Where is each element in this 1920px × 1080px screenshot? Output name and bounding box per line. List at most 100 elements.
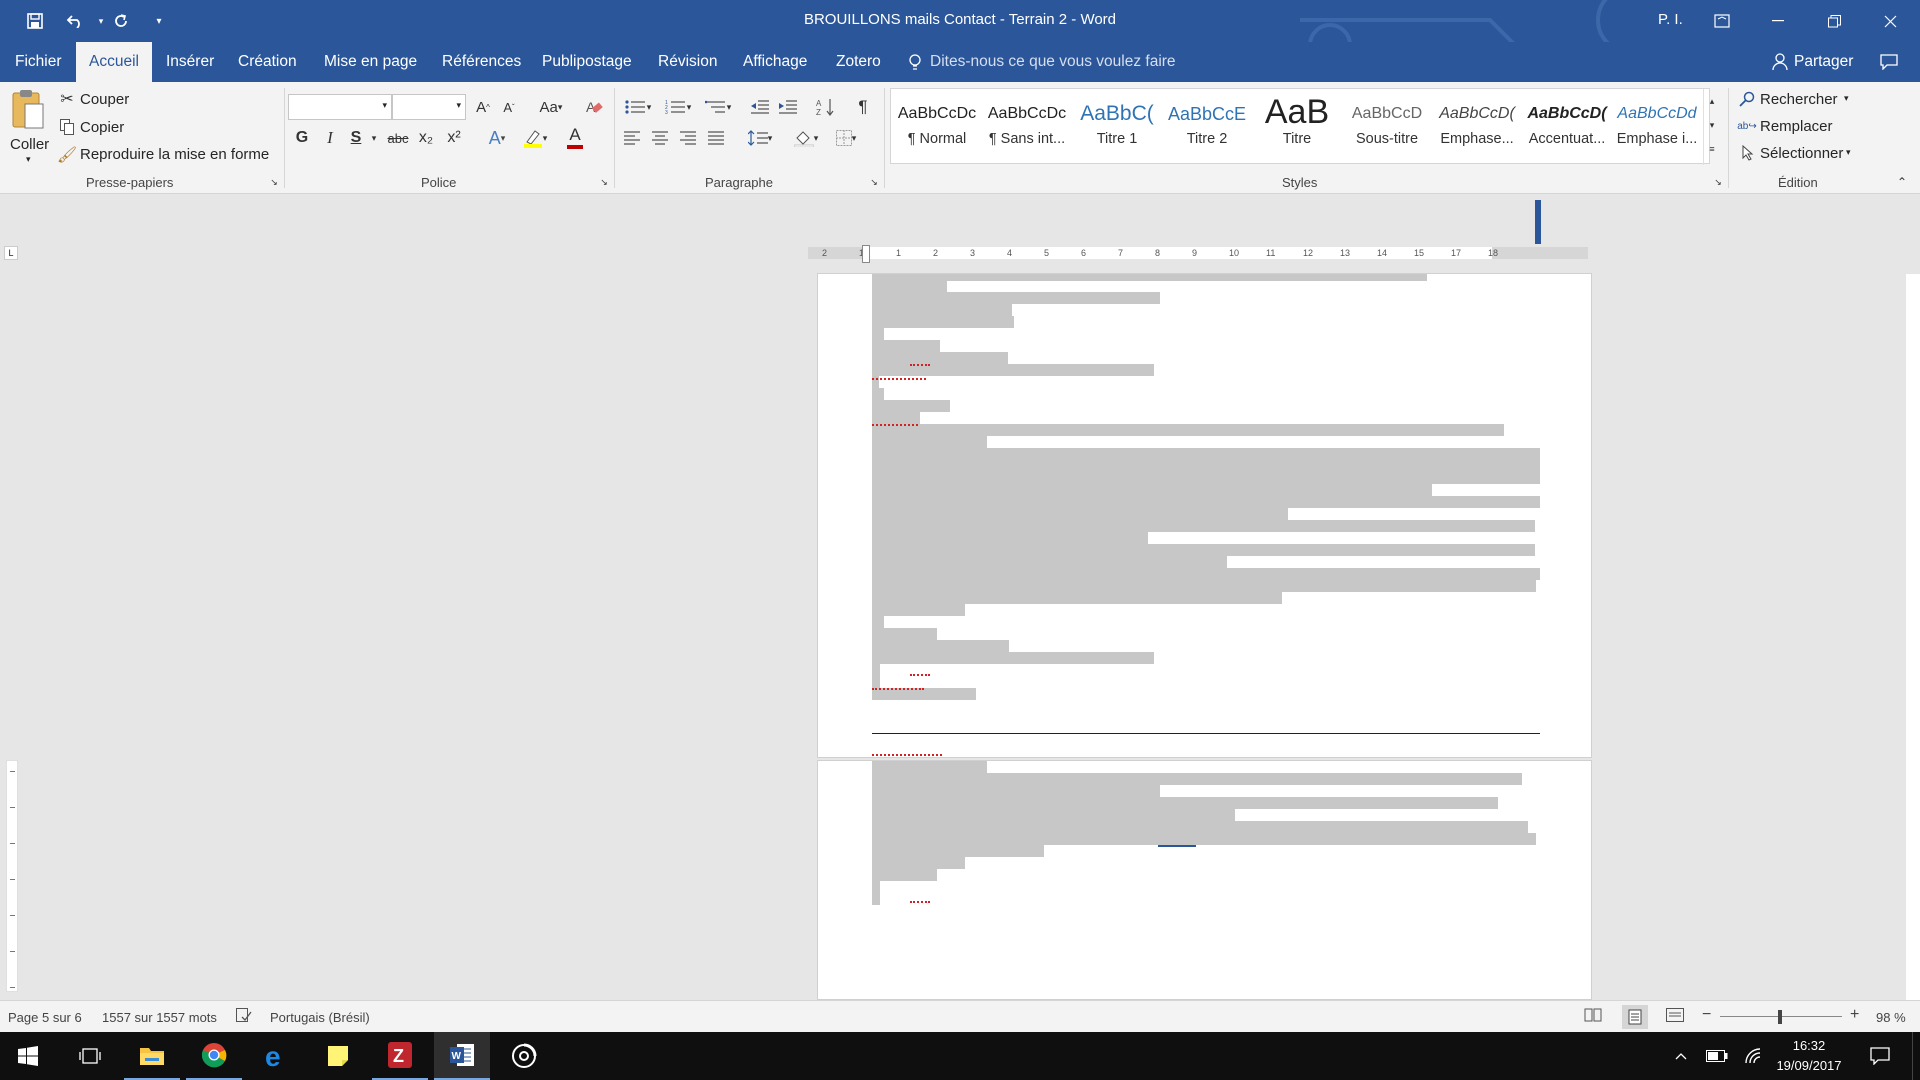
- increase-indent-icon[interactable]: [776, 96, 800, 118]
- zoom-level[interactable]: 98 %: [1876, 1010, 1906, 1025]
- style-accentuation[interactable]: AaBbCcD( Accentuat...: [1523, 97, 1611, 163]
- collapse-ribbon-icon[interactable]: ⌃: [1894, 174, 1910, 190]
- copy-button[interactable]: Copier: [80, 119, 124, 136]
- word-count[interactable]: 1557 sur 1557 mots: [102, 1010, 217, 1025]
- line-spacing-icon[interactable]: ▾: [742, 126, 778, 150]
- font-color-icon[interactable]: A: [558, 124, 592, 150]
- share-button[interactable]: Partager: [1794, 42, 1853, 82]
- bullets-icon[interactable]: ▾: [620, 96, 656, 118]
- style-sous-titre[interactable]: AaBbCcD Sous-titre: [1343, 97, 1431, 163]
- document-page[interactable]: [817, 760, 1592, 1000]
- align-center-icon[interactable]: [648, 126, 672, 150]
- bold-button[interactable]: G: [290, 126, 314, 150]
- tab-references[interactable]: Références: [438, 42, 525, 82]
- highlight-color-icon[interactable]: ▾: [518, 126, 552, 150]
- italic-button[interactable]: I: [318, 126, 342, 150]
- clipboard-launcher-icon[interactable]: ↘: [268, 176, 280, 188]
- styles-more-icon[interactable]: ≡: [1704, 138, 1720, 160]
- edge-icon[interactable]: e: [248, 1032, 304, 1080]
- ribbon-display-options-icon[interactable]: [1694, 0, 1750, 42]
- grow-font-icon[interactable]: A ^: [472, 96, 494, 118]
- align-right-icon[interactable]: [676, 126, 700, 150]
- align-left-icon[interactable]: [620, 126, 644, 150]
- zoom-slider-thumb[interactable]: [1777, 1010, 1782, 1024]
- paste-button[interactable]: Coller ▾: [10, 88, 50, 168]
- tab-creation[interactable]: Création: [234, 42, 301, 82]
- paragraph-launcher-icon[interactable]: ↘: [868, 176, 880, 188]
- clock-time[interactable]: 16:32: [1768, 1038, 1850, 1053]
- groove-icon[interactable]: [496, 1032, 552, 1080]
- select-button[interactable]: Sélectionner: [1760, 145, 1843, 162]
- show-formatting-icon[interactable]: ¶: [852, 96, 874, 118]
- strikethrough-button[interactable]: abc: [384, 126, 412, 150]
- zoom-in-button[interactable]: +: [1850, 1006, 1859, 1024]
- zoom-out-button[interactable]: −: [1702, 1006, 1711, 1024]
- word-icon[interactable]: W: [434, 1032, 490, 1080]
- tab-inserer[interactable]: Insérer: [162, 42, 218, 82]
- page-indicator[interactable]: Page 5 sur 6: [8, 1010, 82, 1025]
- file-explorer-icon[interactable]: [124, 1032, 180, 1080]
- font-name-combo[interactable]: ▾: [288, 94, 392, 120]
- numbering-icon[interactable]: 1 2 3 ▾: [660, 96, 696, 118]
- subscript-button[interactable]: x₂: [414, 126, 438, 150]
- sort-icon[interactable]: AZ: [814, 96, 838, 118]
- task-view-icon[interactable]: [62, 1032, 118, 1080]
- font-size-combo[interactable]: ▾: [392, 94, 466, 120]
- style-emphase-intense[interactable]: AaBbCcDd Emphase i...: [1613, 97, 1701, 163]
- show-desktop-button[interactable]: [1912, 1032, 1920, 1080]
- proofing-icon[interactable]: [236, 1008, 252, 1025]
- style-titre[interactable]: AaB Titre: [1253, 97, 1341, 163]
- zotero-icon[interactable]: Z: [372, 1032, 428, 1080]
- clear-formatting-icon[interactable]: A: [582, 96, 606, 118]
- comments-icon[interactable]: [1880, 54, 1898, 73]
- restore-icon[interactable]: [1806, 0, 1862, 42]
- tab-selector-icon[interactable]: L: [4, 246, 18, 260]
- document-page[interactable]: [817, 273, 1592, 758]
- change-case-icon[interactable]: Aa ▾: [534, 96, 568, 118]
- cut-button[interactable]: Couper: [80, 91, 129, 108]
- wifi-icon[interactable]: [1736, 1032, 1770, 1080]
- styles-scroll-down-icon[interactable]: ▾: [1704, 114, 1720, 136]
- horizontal-ruler[interactable]: 211234567891011121314151718: [808, 247, 1588, 259]
- tab-accueil[interactable]: Accueil: [76, 42, 152, 82]
- battery-icon[interactable]: [1700, 1032, 1734, 1080]
- chrome-icon[interactable]: [186, 1032, 242, 1080]
- vertical-scrollbar[interactable]: [1906, 274, 1920, 1000]
- text-effects-icon[interactable]: A ▾: [480, 126, 514, 150]
- action-center-icon[interactable]: [1852, 1032, 1908, 1080]
- tell-me-search[interactable]: Dites-nous ce que vous voulez faire: [930, 42, 1176, 82]
- user-name[interactable]: P. I.: [1658, 11, 1683, 28]
- shrink-font-icon[interactable]: Aˇ: [498, 96, 520, 118]
- font-launcher-icon[interactable]: ↘: [598, 176, 610, 188]
- underline-dropdown-icon[interactable]: ▾: [368, 128, 380, 148]
- style-emphase-pale[interactable]: AaBbCcD( Emphase...: [1433, 97, 1521, 163]
- style-normal[interactable]: AaBbCcDc ¶ Normal: [893, 97, 981, 163]
- replace-button[interactable]: Remplacer: [1760, 118, 1833, 135]
- web-layout-icon[interactable]: [1666, 1008, 1684, 1025]
- superscript-button[interactable]: x²: [442, 126, 466, 150]
- minimize-icon[interactable]: [1750, 0, 1806, 42]
- style-sans-interligne[interactable]: AaBbCcDc ¶ Sans int...: [983, 97, 1071, 163]
- paste-dropdown-icon[interactable]: ▾: [26, 154, 31, 165]
- shading-icon[interactable]: ▾: [788, 126, 824, 150]
- vertical-ruler[interactable]: [6, 760, 18, 992]
- read-mode-icon[interactable]: [1584, 1008, 1602, 1025]
- find-button[interactable]: Rechercher: [1760, 91, 1838, 108]
- language[interactable]: Portugais (Brésil): [270, 1010, 370, 1025]
- underline-button[interactable]: S: [344, 126, 368, 150]
- style-titre-2[interactable]: AaBbCcE Titre 2: [1163, 97, 1251, 163]
- windows-start-icon[interactable]: [0, 1032, 56, 1080]
- style-titre-1[interactable]: AaBbC( Titre 1: [1073, 97, 1161, 163]
- borders-icon[interactable]: ▾: [828, 126, 864, 150]
- format-painter-button[interactable]: Reproduire la mise en forme: [80, 146, 269, 163]
- tab-publipostage[interactable]: Publipostage: [538, 42, 636, 82]
- tab-zotero[interactable]: Zotero: [832, 42, 885, 82]
- decrease-indent-icon[interactable]: [748, 96, 772, 118]
- tab-affichage[interactable]: Affichage: [739, 42, 811, 82]
- tab-revision[interactable]: Révision: [654, 42, 721, 82]
- chevron-up-icon[interactable]: [1666, 1032, 1696, 1080]
- styles-launcher-icon[interactable]: ↘: [1712, 176, 1724, 188]
- tab-fichier[interactable]: Fichier: [11, 42, 66, 82]
- tab-mise-en-page[interactable]: Mise en page: [320, 42, 421, 82]
- indent-marker[interactable]: [862, 245, 870, 263]
